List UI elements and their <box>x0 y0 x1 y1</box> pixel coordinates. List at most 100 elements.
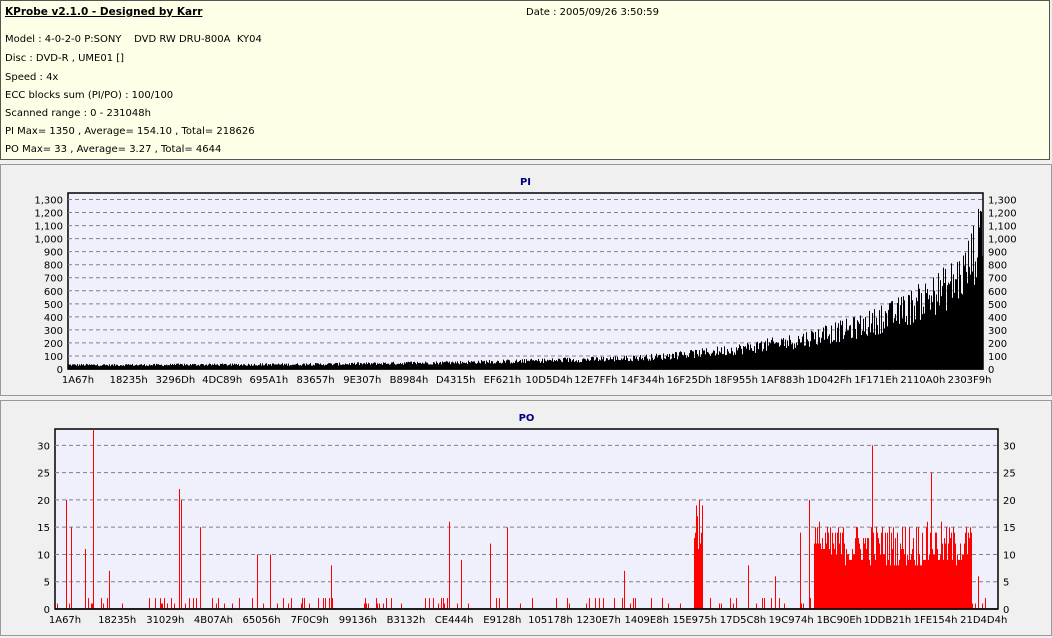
data-bar <box>489 359 490 369</box>
data-bar <box>748 565 749 609</box>
data-bar <box>303 363 304 369</box>
data-bar <box>833 543 834 609</box>
data-bar <box>645 356 646 369</box>
data-bar <box>610 357 611 369</box>
data-bar <box>887 532 888 609</box>
data-bar <box>392 362 393 369</box>
data-bar <box>624 570 625 609</box>
data-bar <box>304 598 305 609</box>
data-bar <box>800 342 801 369</box>
data-bar <box>783 338 784 369</box>
data-bar <box>879 310 880 369</box>
data-bar <box>874 554 875 609</box>
data-bar <box>628 361 629 369</box>
data-bar <box>667 354 668 369</box>
data-bar <box>391 362 392 369</box>
data-bar <box>971 532 972 609</box>
data-bar <box>580 361 581 369</box>
data-bar <box>405 363 406 369</box>
data-bar <box>757 341 758 369</box>
data-bar <box>517 362 518 369</box>
data-bar <box>558 358 559 369</box>
data-bar <box>592 356 593 369</box>
data-bar <box>836 341 837 369</box>
data-bar <box>710 598 711 609</box>
data-bar <box>885 311 886 369</box>
data-bar <box>457 361 458 369</box>
data-bar <box>535 360 536 369</box>
data-bar <box>511 362 512 369</box>
data-bar <box>917 565 918 609</box>
data-bar <box>948 543 949 609</box>
data-bar <box>638 360 639 369</box>
y-tick-label-right: 10 <box>1003 550 1016 561</box>
data-bar <box>709 354 710 369</box>
data-bar <box>944 282 945 369</box>
data-bar <box>724 346 725 369</box>
data-bar <box>331 363 332 369</box>
data-bar <box>643 360 644 369</box>
data-bar <box>968 532 969 609</box>
x-tick-label: 7F0C9h <box>291 615 329 626</box>
data-bar <box>717 346 718 369</box>
data-bar <box>970 274 971 369</box>
data-bar <box>835 532 836 609</box>
data-bar <box>591 356 592 369</box>
data-bar <box>857 320 858 369</box>
data-bar <box>606 358 607 369</box>
data-bar <box>830 343 831 369</box>
y-tick-label-right: 1,100 <box>988 222 1017 233</box>
data-bar <box>680 351 681 369</box>
data-bar <box>847 330 848 369</box>
data-bar <box>368 362 369 369</box>
data-bar <box>746 348 747 369</box>
data-bar <box>613 356 614 369</box>
data-bar <box>485 363 486 369</box>
data-bar <box>551 360 552 369</box>
data-bar <box>864 543 865 609</box>
data-bar <box>781 338 782 369</box>
data-bar <box>301 603 302 609</box>
x-tick-label: 1D042Fh <box>807 375 852 386</box>
data-bar <box>834 340 835 369</box>
y-tick-label-left: 400 <box>44 313 63 324</box>
data-bar <box>945 543 946 609</box>
data-bar <box>794 343 795 369</box>
data-bar <box>756 603 757 609</box>
data-bar <box>762 598 763 609</box>
data-bar <box>642 357 643 369</box>
data-bar <box>563 358 564 369</box>
data-bar <box>775 343 776 369</box>
data-bar <box>761 341 762 369</box>
data-bar <box>930 309 931 369</box>
data-bar <box>705 354 706 369</box>
data-bar <box>451 362 452 369</box>
data-bar <box>853 317 854 369</box>
data-bar <box>454 363 455 369</box>
data-bar <box>310 363 311 369</box>
data-bar <box>500 362 501 369</box>
data-bar <box>402 363 403 369</box>
data-bar <box>896 320 897 369</box>
data-bar <box>443 598 444 609</box>
data-bar <box>751 348 752 369</box>
data-bar <box>795 347 796 369</box>
data-bar <box>819 337 820 369</box>
data-bar <box>875 559 876 609</box>
data-bar <box>439 362 440 369</box>
y-tick-label-left: 1,100 <box>34 222 63 233</box>
data-bar <box>693 351 694 369</box>
data-bar <box>907 324 908 369</box>
data-bar <box>840 320 841 369</box>
data-bar <box>880 554 881 609</box>
data-bar <box>690 350 691 369</box>
data-bar <box>943 267 944 369</box>
data-bar <box>556 598 557 609</box>
data-bar <box>825 532 826 609</box>
data-bar <box>702 505 703 609</box>
data-bar <box>437 362 438 369</box>
data-bar <box>923 306 924 369</box>
x-tick-label: 1230E7h <box>576 615 620 626</box>
data-bar <box>888 559 889 609</box>
data-bar <box>731 347 732 369</box>
